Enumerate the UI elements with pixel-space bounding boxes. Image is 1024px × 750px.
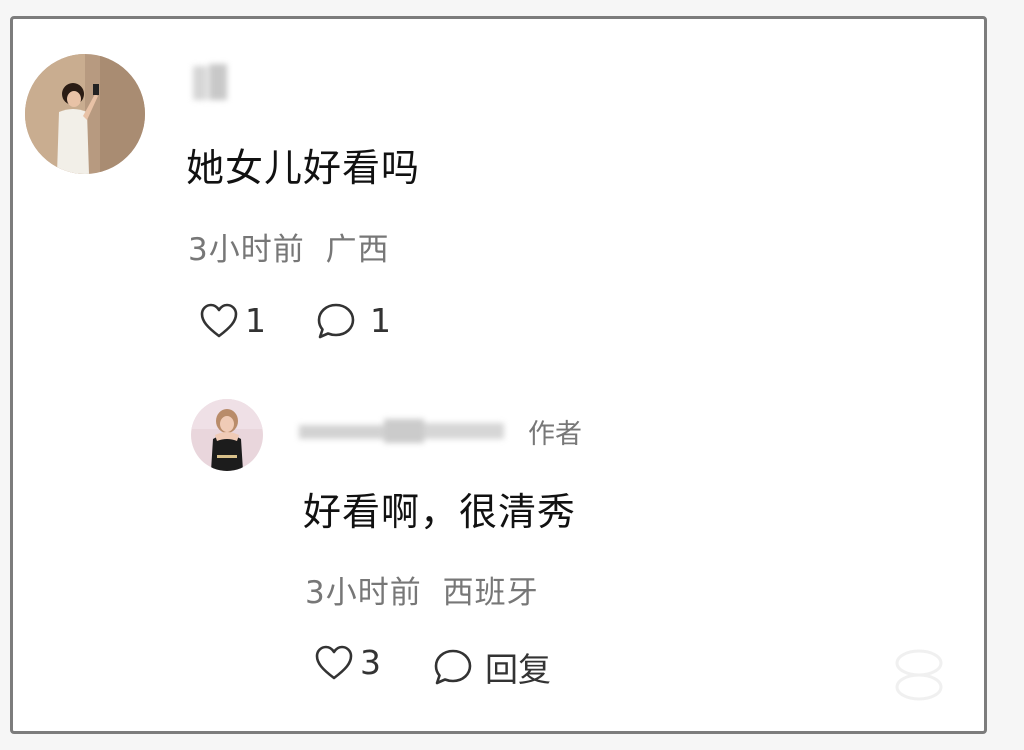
heart-outline-icon [200, 303, 238, 337]
comment-reply-button[interactable]: 1 [316, 301, 391, 340]
comment-like-count: 1 [245, 301, 266, 340]
reply-location: 西班牙 [442, 575, 539, 611]
reply-meta: 3小时前 西班牙 [305, 567, 539, 612]
reply-reply-button[interactable]: 回复 [433, 643, 551, 691]
author-name-redacted[interactable] [299, 413, 509, 449]
reply-reply-label: 回复 [485, 650, 551, 689]
heart-outline-icon [315, 645, 353, 679]
comment-reply-count: 1 [370, 301, 391, 340]
comment-location: 广西 [325, 232, 390, 268]
comment-text: 她女儿好看吗 [186, 146, 421, 190]
comment-like-button[interactable]: 1 [199, 301, 266, 340]
comment-meta: 3小时前 广西 [188, 224, 390, 269]
reply-time: 3小时前 [305, 575, 422, 611]
reply-like-count: 3 [360, 643, 381, 682]
watermark-logo-icon [895, 649, 943, 701]
author-badge: 作者 [528, 419, 582, 450]
reply-like-button[interactable]: 3 [314, 643, 381, 682]
speech-bubble-icon [317, 303, 355, 338]
commenter-name-redacted[interactable] [189, 62, 233, 104]
reply-text: 好看啊，很清秀 [303, 490, 577, 534]
comment-time: 3小时前 [188, 232, 305, 268]
speech-bubble-icon [434, 649, 472, 685]
comment-card: 她女儿好看吗 3小时前 广西 1 1 作者 好看啊，很清秀 3小时前 西班牙 3… [10, 16, 987, 734]
commenter-avatar[interactable] [25, 54, 145, 174]
author-avatar[interactable] [191, 399, 263, 471]
